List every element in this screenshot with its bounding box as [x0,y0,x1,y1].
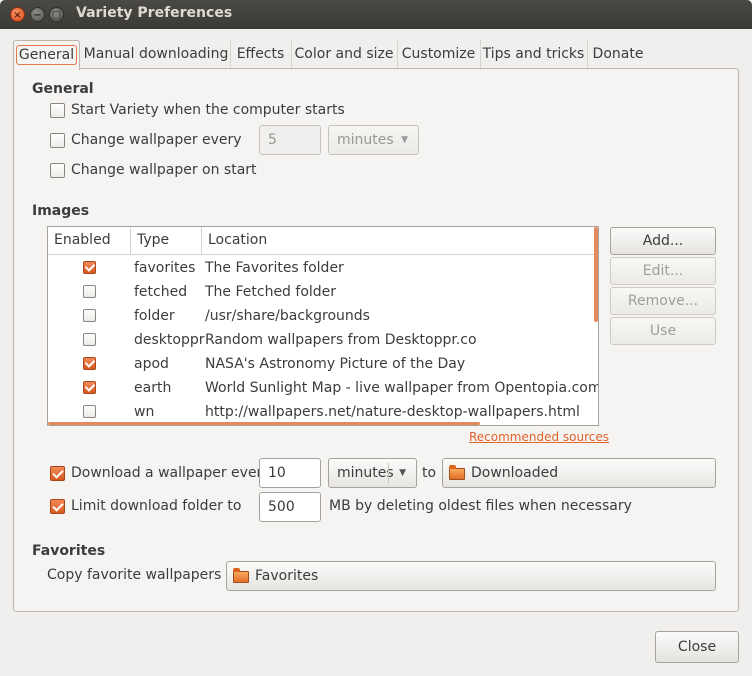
table-vertical-scrollbar[interactable] [594,227,598,322]
tab-customize[interactable]: Customize [397,40,479,69]
tab-general[interactable]: General [13,40,80,70]
row-type: earth [134,380,172,396]
row-location: /usr/share/backgrounds [205,308,370,324]
table-row[interactable]: apod NASA's Astronomy Picture of the Day [48,352,598,376]
table-horizontal-scrollbar[interactable] [48,422,480,425]
download-folder-name: Downloaded [471,465,559,481]
row-type: folder [134,308,175,324]
limit-size-suffix: MB by deleting oldest files when necessa… [329,498,632,514]
combo-separator [388,463,389,483]
row-location: http://wallpapers.net/nature-desktop-wal… [205,404,580,420]
remove-source-button[interactable]: Remove... [610,287,716,315]
row-enabled-checkbox[interactable] [83,261,96,274]
table-row[interactable]: wn http://wallpapers.net/nature-desktop-… [48,400,598,424]
column-header-enabled[interactable]: Enabled [48,227,131,255]
general-tab-panel: General Start Variety when the computer … [13,68,739,612]
close-button[interactable]: Close [655,631,739,663]
download-every-label[interactable]: Download a wallpaper every [71,465,271,481]
row-type: wn [134,404,155,420]
change-every-label[interactable]: Change wallpaper every [71,132,242,148]
download-folder-chooser[interactable]: Downloaded [442,458,716,488]
table-header: Enabled Type Location [48,227,598,255]
row-enabled-checkbox[interactable] [83,309,96,322]
tab-color-and-size[interactable]: Color and size [291,40,396,69]
row-enabled-checkbox[interactable] [83,333,96,346]
download-interval-unit-select[interactable]: minutes ▼ [328,458,417,488]
table-row[interactable]: fetched The Fetched folder [48,280,598,304]
tab-manual-downloading[interactable]: Manual downloading [83,40,229,69]
tab-tips-and-tricks[interactable]: Tips and tricks [480,40,586,69]
window-maximize-icon[interactable]: □ [49,7,64,22]
row-location: NASA's Astronomy Picture of the Day [205,356,466,372]
window-minimize-icon[interactable]: − [30,7,45,22]
folder-icon [449,465,465,480]
images-heading: Images [32,203,90,219]
column-header-type[interactable]: Type [131,227,202,255]
start-variety-label[interactable]: Start Variety when the computer starts [71,102,345,118]
download-interval-input[interactable]: 10 [259,458,321,488]
change-interval-unit-value: minutes [337,132,394,148]
limit-size-input[interactable]: 500 [259,492,321,522]
limit-folder-label[interactable]: Limit download folder to [71,498,241,514]
row-type: apod [134,356,169,372]
folder-icon [233,568,249,583]
download-to-label: to [422,465,437,481]
limit-folder-checkbox[interactable] [50,499,65,514]
download-interval-unit-value: minutes [337,465,394,481]
row-type: favorites [134,260,196,276]
edit-source-button[interactable]: Edit... [610,257,716,285]
general-heading: General [32,81,94,97]
row-enabled-checkbox[interactable] [83,285,96,298]
row-location: Random wallpapers from Desktoppr.co [205,332,477,348]
copy-favorites-label: Copy favorite wallpapers to [47,567,240,583]
window-title: Variety Preferences [76,5,233,21]
table-row[interactable]: folder /usr/share/backgrounds [48,304,598,328]
change-interval-unit-select[interactable]: minutes ▼ [328,125,419,155]
dropdown-arrow-icon: ▼ [399,468,406,478]
row-type: desktoppr [134,332,205,348]
table-row[interactable]: desktoppr Random wallpapers from Desktop… [48,328,598,352]
favorites-folder-name: Favorites [255,568,319,584]
tab-general-label: General [15,45,78,65]
row-location: The Favorites folder [205,260,344,276]
change-on-start-checkbox[interactable] [50,163,65,178]
add-source-button[interactable]: Add... [610,227,716,255]
change-interval-input[interactable]: 5 [259,125,321,155]
favorites-folder-chooser[interactable]: Favorites [226,561,716,591]
start-variety-checkbox[interactable] [50,103,65,118]
image-sources-table[interactable]: Enabled Type Location favorites The Favo… [47,226,599,426]
row-location: World Sunlight Map - live wallpaper from… [205,380,599,396]
column-header-location[interactable]: Location [202,227,598,255]
table-row[interactable]: favorites The Favorites folder [48,256,598,280]
row-type: fetched [134,284,188,300]
tab-effects[interactable]: Effects [230,40,290,69]
download-every-checkbox[interactable] [50,466,65,481]
table-row[interactable]: earth World Sunlight Map - live wallpape… [48,376,598,400]
recommended-sources-link[interactable]: Recommended sources [469,430,609,444]
title-bar: × − □ Variety Preferences [0,0,752,29]
dropdown-arrow-icon: ▼ [401,135,408,145]
tab-donate[interactable]: Donate [587,40,648,69]
use-source-button[interactable]: Use [610,317,716,345]
change-every-checkbox[interactable] [50,133,65,148]
favorites-heading: Favorites [32,543,106,559]
window-close-icon[interactable]: × [10,7,25,22]
row-enabled-checkbox[interactable] [83,381,96,394]
row-enabled-checkbox[interactable] [83,357,96,370]
row-location: The Fetched folder [205,284,337,300]
change-on-start-label[interactable]: Change wallpaper on start [71,162,257,178]
row-enabled-checkbox[interactable] [83,405,96,418]
